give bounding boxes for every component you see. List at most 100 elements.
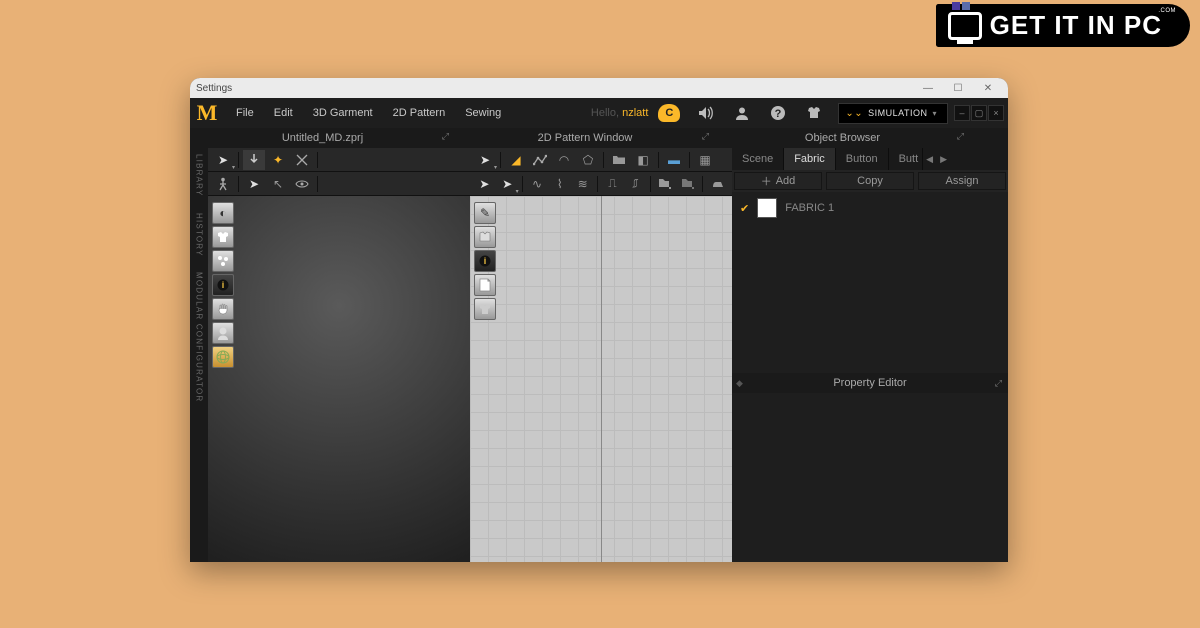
- info-bubble-icon[interactable]: i: [474, 250, 496, 272]
- sound-icon[interactable]: [694, 101, 718, 125]
- popout-icon[interactable]: ⤢: [957, 131, 964, 142]
- fabric-swatch[interactable]: [757, 198, 777, 218]
- viewport-3d-side-toolbar: ◐ i: [212, 202, 234, 368]
- copy-button[interactable]: Copy: [826, 172, 914, 190]
- cursor-tool-icon[interactable]: ➤: [474, 174, 495, 194]
- menu-edit[interactable]: Edit: [264, 107, 303, 119]
- menu-2d-pattern[interactable]: 2D Pattern: [383, 107, 456, 119]
- tab-buttonhole[interactable]: Butt: [889, 148, 923, 170]
- panel-tab-2d-title: 2D Pattern Window: [538, 132, 633, 144]
- user-icon[interactable]: [730, 101, 754, 125]
- assign-label: Assign: [945, 175, 978, 187]
- seam-tool-2-icon[interactable]: ⌇: [549, 174, 570, 194]
- garment-display-icon[interactable]: [212, 226, 234, 248]
- seam-tool-1-icon[interactable]: ∿: [527, 174, 548, 194]
- inner-maximize-button[interactable]: ▢: [971, 105, 987, 121]
- shape-tool-icon[interactable]: ⬠: [577, 150, 599, 170]
- inner-close-button[interactable]: ×: [988, 105, 1004, 121]
- assign-button[interactable]: Assign: [918, 172, 1006, 190]
- panel-tab-object-browser[interactable]: Object Browser ⤢: [715, 128, 970, 148]
- monitor-icon: [948, 12, 982, 40]
- avatar-walk-icon[interactable]: [212, 174, 234, 194]
- viewport-2d[interactable]: ✎ i: [470, 196, 732, 562]
- panel-tab-2d[interactable]: 2D Pattern Window ⤢: [455, 128, 715, 148]
- folder-icon[interactable]: [608, 150, 630, 170]
- os-close-button[interactable]: ✕: [974, 80, 1002, 96]
- os-minimize-button[interactable]: —: [914, 80, 942, 96]
- svg-text:i: i: [484, 256, 487, 266]
- popout-icon[interactable]: ⤢: [995, 378, 1002, 389]
- polyline-tool-icon[interactable]: [529, 150, 551, 170]
- tab-button[interactable]: Button: [836, 148, 889, 170]
- tab-fabric[interactable]: Fabric: [784, 148, 836, 170]
- simulation-button[interactable]: ⌄⌄ SIMULATION ▾: [838, 103, 948, 124]
- list-item[interactable]: ✔ FABRIC 1: [740, 198, 1000, 218]
- sew-machine-1-icon[interactable]: [655, 174, 676, 194]
- help-icon[interactable]: ?: [766, 101, 790, 125]
- brand-dots-icon: [952, 0, 970, 10]
- add-button[interactable]: ＋Add: [734, 172, 822, 190]
- menu-file[interactable]: File: [226, 107, 264, 119]
- sew-machine-2-icon[interactable]: [677, 174, 698, 194]
- viewport-3d[interactable]: ◐ i: [208, 196, 470, 562]
- tabs-scroll-right-icon[interactable]: ▶: [937, 148, 951, 170]
- cursor-tool-icon[interactable]: ➤▾: [474, 150, 496, 170]
- toolbar-2d-row1: ➤▾ ◢ ◠ ⬠ ◧ ▬ ▦: [470, 148, 732, 172]
- fold-tool-1-icon[interactable]: ⎍: [602, 174, 623, 194]
- menu-sewing[interactable]: Sewing: [455, 107, 511, 119]
- window-title: Settings: [196, 83, 232, 94]
- cursor-tool-icon[interactable]: ➤▾: [212, 150, 234, 170]
- move-gizmo-tool-icon[interactable]: ✦: [267, 150, 289, 170]
- avatar-head-icon[interactable]: [212, 322, 234, 344]
- fold-tool-2-icon[interactable]: ⎎: [625, 174, 646, 194]
- brand-text: GET IT IN PC: [990, 10, 1162, 41]
- info-badge-icon[interactable]: i: [212, 274, 234, 296]
- popout-icon[interactable]: ⤢: [442, 131, 449, 142]
- drag-handle-icon[interactable]: ◆: [736, 378, 743, 389]
- iron-tool-icon[interactable]: [707, 174, 728, 194]
- rotate-tool-icon[interactable]: [291, 150, 313, 170]
- square-tool-icon[interactable]: ▬: [663, 150, 685, 170]
- inner-minimize-button[interactable]: –: [954, 105, 970, 121]
- link-garment-icon[interactable]: [474, 298, 496, 320]
- drag-down-tool-icon[interactable]: [243, 150, 265, 170]
- wireframe-globe-icon[interactable]: [212, 346, 234, 368]
- cloud-sync-button[interactable]: C: [658, 104, 680, 122]
- os-titlebar[interactable]: Settings — ☐ ✕: [190, 78, 1008, 98]
- particles-icon[interactable]: [212, 250, 234, 272]
- tab-scene[interactable]: Scene: [732, 148, 784, 170]
- edge-tool-icon[interactable]: ◢: [505, 150, 527, 170]
- property-editor-header[interactable]: ◆ Property Editor ⤢: [732, 373, 1008, 393]
- grid-icon[interactable]: ▦: [694, 150, 716, 170]
- select-tool-icon[interactable]: ➤: [243, 174, 265, 194]
- garment-icon[interactable]: [802, 101, 826, 125]
- toolbar-2d-row2: ➤ ➤▾ ∿ ⌇ ≋ ⎍ ⎎: [470, 172, 732, 196]
- app-window: Settings — ☐ ✕ M File Edit 3D Garment 2D…: [190, 78, 1008, 562]
- seam-tool-3-icon[interactable]: ≋: [572, 174, 593, 194]
- rail-tab-history[interactable]: HISTORY: [195, 213, 204, 257]
- svg-text:?: ?: [775, 108, 782, 120]
- note-tool-icon[interactable]: [474, 274, 496, 296]
- panel-tab-ob-title: Object Browser: [805, 132, 880, 144]
- eye-tool-icon[interactable]: [291, 174, 313, 194]
- rail-tab-modular-configurator[interactable]: MODULAR CONFIGURATOR: [195, 272, 204, 402]
- add-pattern-icon[interactable]: [474, 226, 496, 248]
- tabs-scroll-left-icon[interactable]: ◀: [923, 148, 937, 170]
- rail-tab-library[interactable]: LIBRARY: [195, 154, 204, 197]
- menu-3d-garment[interactable]: 3D Garment: [303, 107, 383, 119]
- os-maximize-button[interactable]: ☐: [944, 80, 972, 96]
- add-label: Add: [776, 175, 796, 187]
- nav-arrow-icon[interactable]: ↖: [267, 174, 289, 194]
- surface-shading-icon[interactable]: ◐: [212, 202, 234, 224]
- cursor-alt-tool-icon[interactable]: ➤▾: [497, 174, 518, 194]
- object-browser-actions: ＋Add Copy Assign: [732, 170, 1008, 192]
- fabric-name: FABRIC 1: [785, 202, 834, 214]
- arc-tool-icon[interactable]: ◠: [553, 150, 575, 170]
- panel-tab-3d-title: Untitled_MD.zprj: [282, 132, 363, 144]
- palette-icon[interactable]: ◧: [632, 150, 654, 170]
- hand-tool-icon[interactable]: [212, 298, 234, 320]
- property-editor-body: [732, 393, 1008, 562]
- panel-tab-3d[interactable]: Untitled_MD.zprj ⤢: [190, 128, 455, 148]
- popout-icon[interactable]: ⤢: [702, 131, 709, 142]
- pencil-tool-icon[interactable]: ✎: [474, 202, 496, 224]
